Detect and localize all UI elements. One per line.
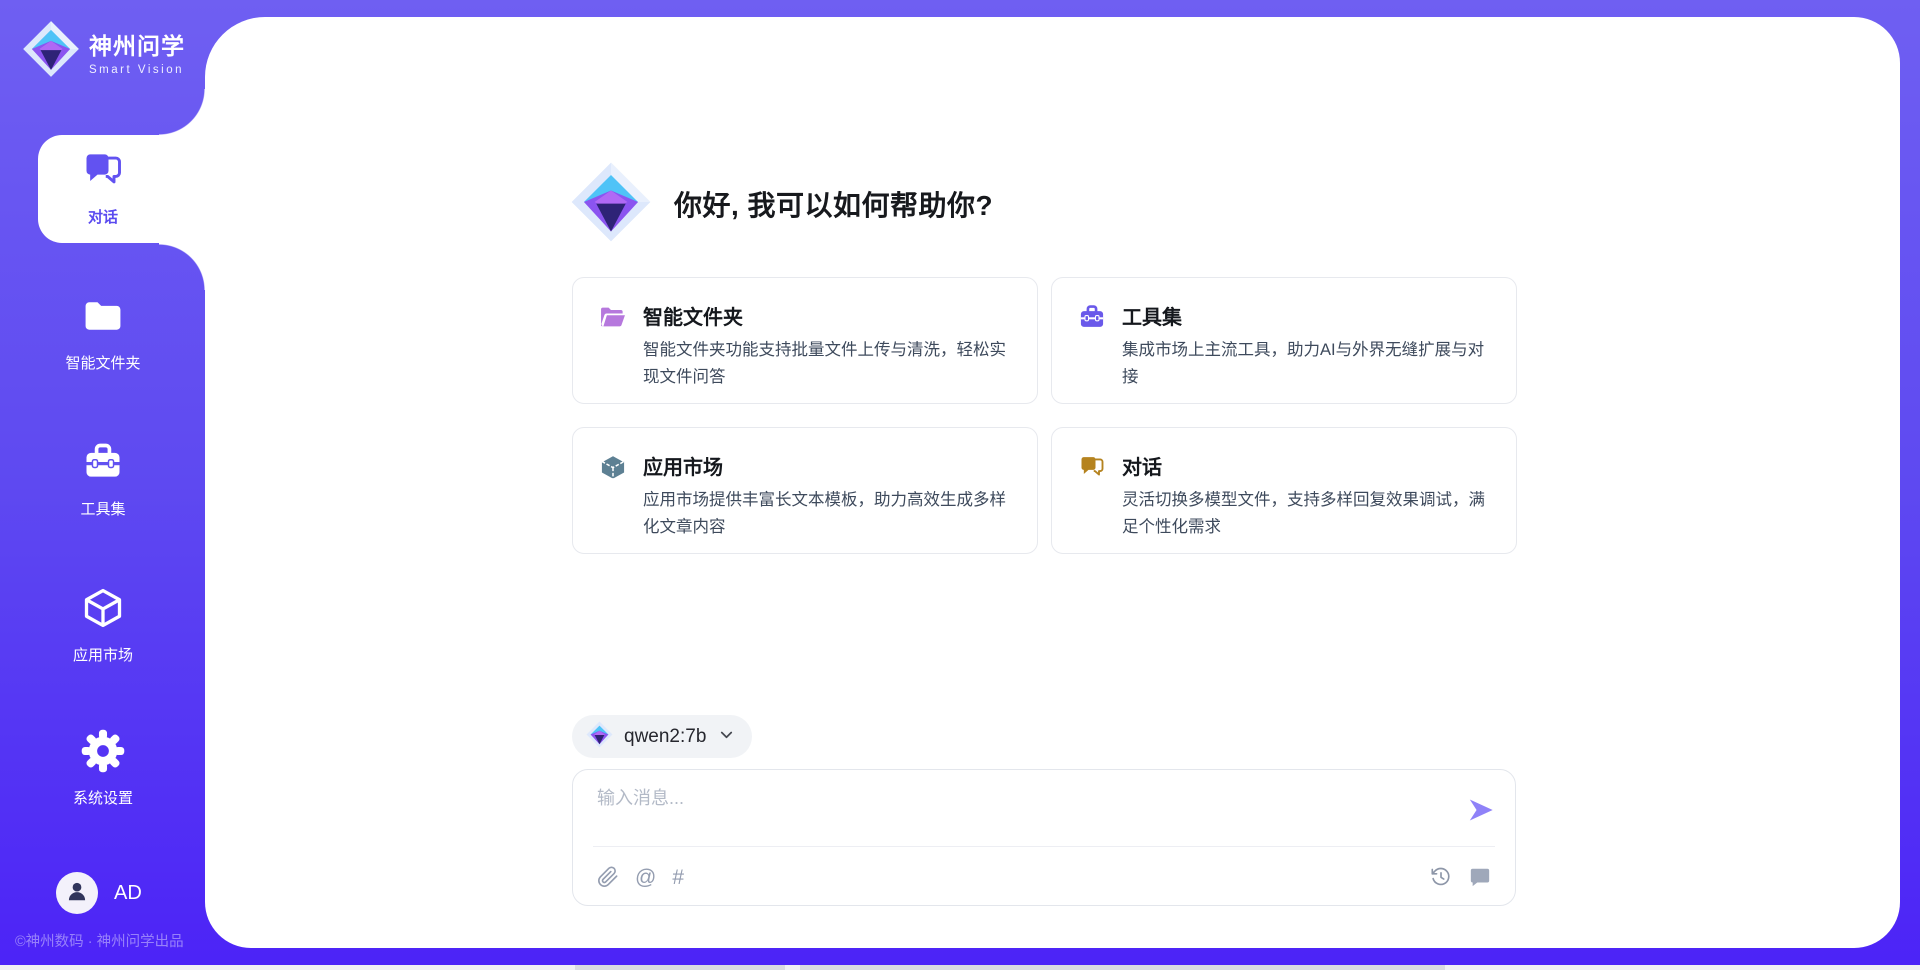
message-input[interactable] xyxy=(597,784,1445,842)
hash-icon[interactable]: # xyxy=(672,867,684,888)
user-profile[interactable]: AD xyxy=(56,872,142,914)
composer-toolbar: @ # xyxy=(597,858,1491,896)
toolbox-icon xyxy=(1078,301,1106,403)
card-description: 智能文件夹功能支持批量文件上传与清洗，轻松实现文件问答 xyxy=(643,337,1013,391)
card-description: 应用市场提供丰富长文本模板，助力高效生成多样化文章内容 xyxy=(643,487,1013,541)
card-app-market[interactable]: 应用市场 应用市场提供丰富长文本模板，助力高效生成多样化文章内容 xyxy=(572,427,1038,554)
chevron-down-icon xyxy=(717,725,736,749)
sidebar-item-label: 智能文件夹 xyxy=(65,352,140,373)
model-name: qwen2:7b xyxy=(624,726,706,748)
person-icon xyxy=(64,878,90,909)
logo-diamond-icon xyxy=(570,161,652,248)
logo-diamond-icon xyxy=(586,721,613,753)
card-title: 智能文件夹 xyxy=(643,301,1013,330)
gear-icon xyxy=(81,729,125,778)
send-icon[interactable] xyxy=(1467,796,1495,824)
card-description: 集成市场上主流工具，助力AI与外界无缝扩展与对接 xyxy=(1122,337,1492,391)
horizontal-scrollbar-track xyxy=(0,965,1920,970)
card-chat[interactable]: 对话 灵活切换多模型文件，支持多样回复效果调试，满足个性化需求 xyxy=(1051,427,1517,554)
toolbox-icon xyxy=(81,440,125,489)
model-selector[interactable]: qwen2:7b xyxy=(572,715,752,758)
logo-diamond-icon xyxy=(22,20,80,83)
app-logo: 神州问学 Smart Vision xyxy=(22,20,185,83)
card-title: 工具集 xyxy=(1122,301,1492,330)
history-icon[interactable] xyxy=(1430,866,1452,888)
card-description: 灵活切换多模型文件，支持多样回复效果调试，满足个性化需求 xyxy=(1122,487,1492,541)
greeting: 你好, 我可以如何帮助你? xyxy=(570,160,993,248)
greeting-text: 你好, 我可以如何帮助你? xyxy=(674,184,993,224)
cube-icon xyxy=(81,586,125,635)
at-icon[interactable]: @ xyxy=(635,867,656,888)
sidebar-item-label: 系统设置 xyxy=(73,787,133,808)
chat-icon xyxy=(1078,451,1106,553)
card-smart-folder[interactable]: 智能文件夹 智能文件夹功能支持批量文件上传与清洗，轻松实现文件问答 xyxy=(572,277,1038,404)
avatar xyxy=(56,872,98,914)
app-tagline: Smart Vision xyxy=(89,64,185,76)
sidebar: 神州问学 Smart Vision 对话 智能文件夹 xyxy=(0,0,206,970)
scrollbar-thumb[interactable] xyxy=(575,965,785,970)
chat-icon xyxy=(81,148,125,197)
sidebar-item-label: 应用市场 xyxy=(73,644,133,665)
app-name: 神州问学 xyxy=(89,27,185,61)
card-title: 应用市场 xyxy=(643,451,1013,480)
sidebar-item-toolset[interactable]: 工具集 xyxy=(0,440,206,519)
comment-icon[interactable] xyxy=(1469,866,1491,888)
copyright-text: ©神州数码 · 神州问学出品 xyxy=(15,930,184,951)
open-folder-icon xyxy=(599,301,627,403)
folder-icon xyxy=(81,294,125,343)
sidebar-item-label: 对话 xyxy=(88,206,118,227)
paperclip-icon[interactable] xyxy=(597,866,619,888)
user-initials: AD xyxy=(114,882,142,905)
message-composer: @ # xyxy=(572,769,1516,906)
sidebar-item-chat[interactable]: 对话 xyxy=(0,148,206,227)
scrollbar-thumb[interactable] xyxy=(800,965,1445,970)
card-toolset[interactable]: 工具集 集成市场上主流工具，助力AI与外界无缝扩展与对接 xyxy=(1051,277,1517,404)
sidebar-item-smart-folder[interactable]: 智能文件夹 xyxy=(0,294,206,373)
sidebar-item-label: 工具集 xyxy=(80,498,125,519)
card-title: 对话 xyxy=(1122,451,1492,480)
composer-divider xyxy=(593,846,1495,847)
sidebar-item-settings[interactable]: 系统设置 xyxy=(0,729,206,808)
cube-icon xyxy=(599,451,627,553)
sidebar-item-app-market[interactable]: 应用市场 xyxy=(0,586,206,665)
feature-cards: 智能文件夹 智能文件夹功能支持批量文件上传与清洗，轻松实现文件问答 工具集 集成… xyxy=(572,277,1517,554)
